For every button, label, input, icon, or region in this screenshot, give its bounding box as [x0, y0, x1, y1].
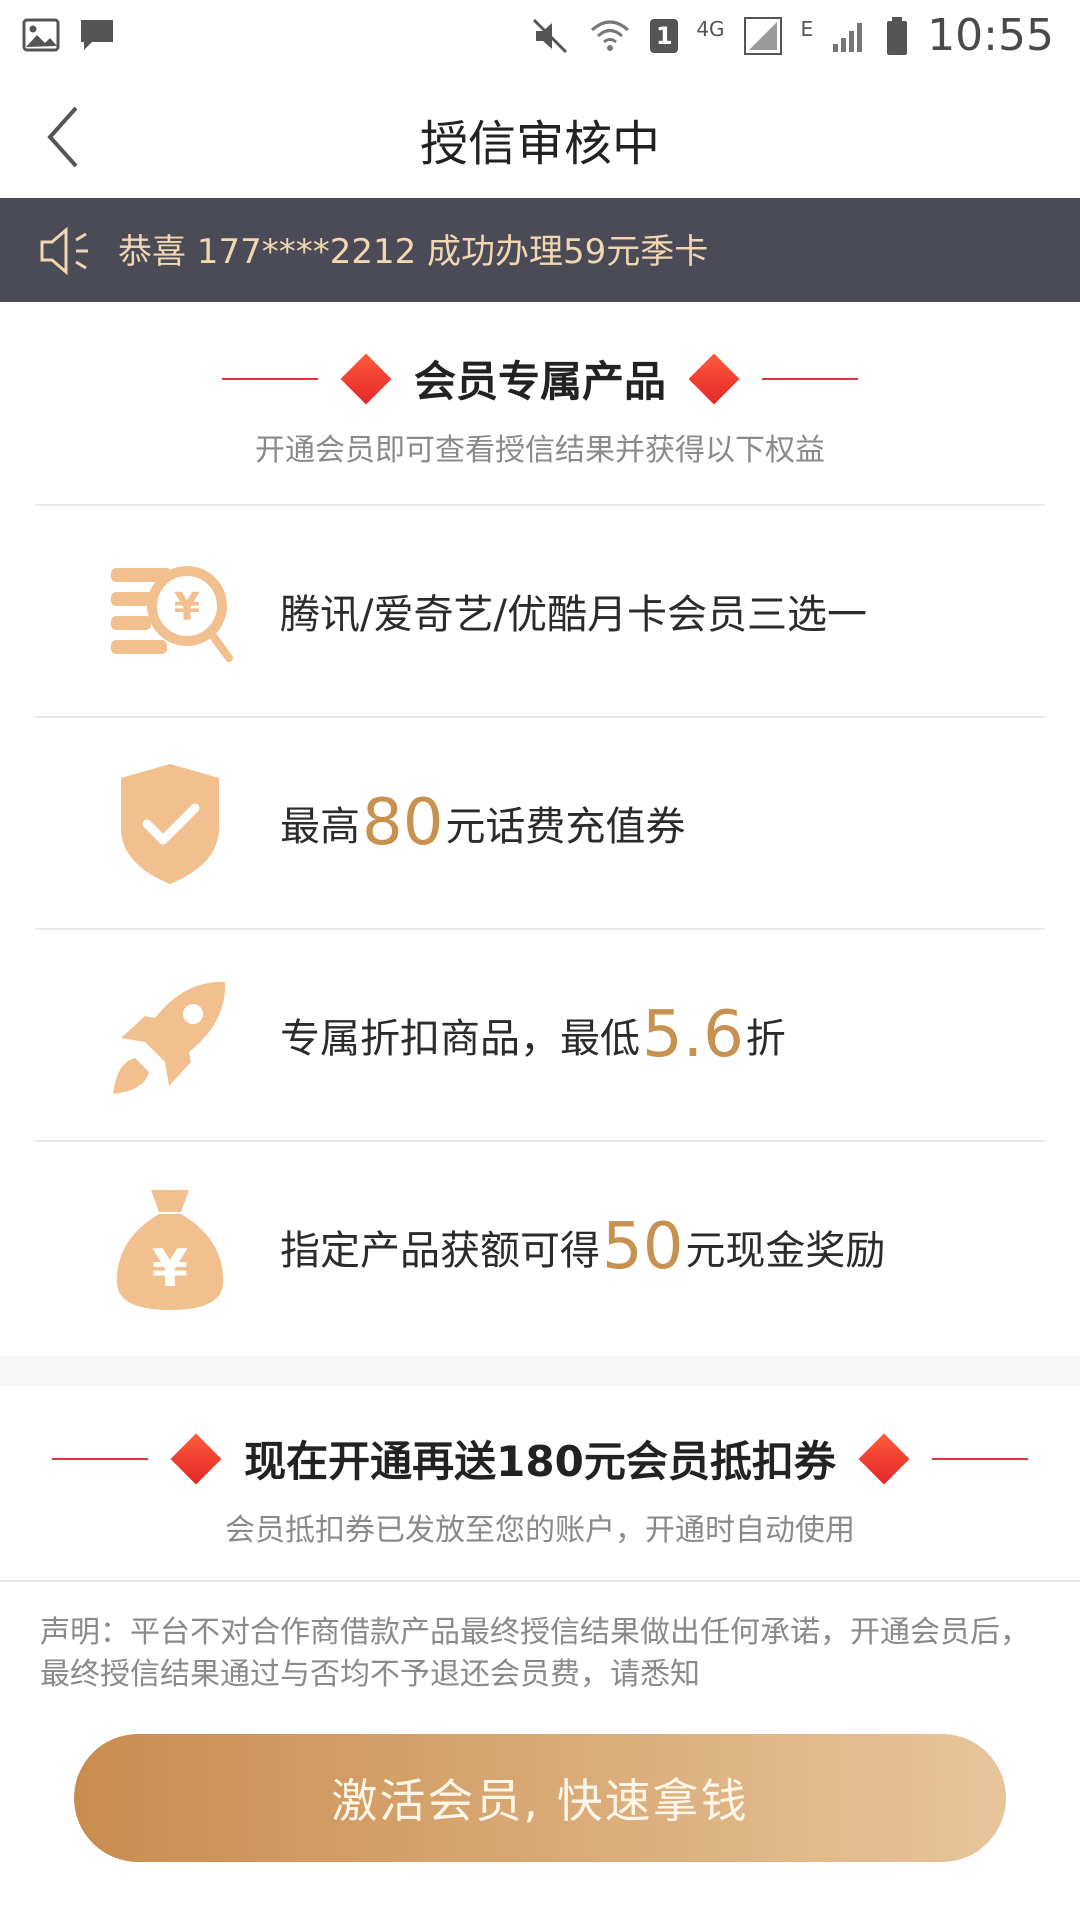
benefit-text: 腾讯/爱奇艺/优酷月卡会员三选一 [280, 506, 867, 716]
status-left [22, 16, 116, 54]
benefit-highlight: 5.6 [642, 998, 744, 1072]
coupon-section-subtitle: 会员抵扣券已发放至您的账户，开通时自动使用 [225, 1513, 855, 1548]
benefit-suffix: 折 [745, 1016, 786, 1062]
benefit-item: 最高 80 元话费充值券 [35, 716, 1045, 928]
benefit-label: 腾讯/爱奇艺/优酷月卡会员三选一 [280, 592, 867, 638]
member-section-subtitle: 开通会员即可查看授信结果并获得以下权益 [255, 433, 825, 468]
shield-check-icon [121, 764, 219, 884]
network-label-e: E [800, 16, 814, 41]
status-right: 1 4G E 10:55 [530, 10, 1054, 61]
battery-icon [887, 16, 908, 55]
svg-text:¥: ¥ [152, 1239, 188, 1299]
diamond-icon [858, 1433, 910, 1484]
rocket-icon [113, 981, 226, 1094]
mute-icon [533, 18, 568, 53]
image-icon [22, 18, 60, 52]
speaker-icon [40, 226, 88, 276]
wifi-icon [591, 20, 630, 51]
disclaimer-text: 声明：平台不对合作商借款产品最终授信结果做出任何承诺，开通会员后，最终授信结果通… [40, 1615, 1030, 1692]
network-label-4g: 4G [696, 16, 725, 41]
page-title: 授信审核中 [419, 116, 660, 172]
money-bag-icon: ¥ [116, 1190, 224, 1310]
coin-search-icon: ¥ [111, 566, 233, 662]
4g-signal-icon [743, 16, 782, 55]
benefit-suffix: 元话费充值券 [445, 804, 686, 850]
member-section-title: 会员专属产品 [413, 357, 666, 406]
benefit-text: 指定产品获额可得 50 元现金奖励 [280, 1142, 885, 1352]
benefit-prefix: 指定产品获额可得 [280, 1228, 600, 1274]
title-left-line [52, 1457, 149, 1460]
title-left-line [221, 377, 318, 380]
benefit-highlight: 50 [602, 1210, 684, 1284]
divider [0, 1580, 1080, 1582]
benefit-suffix: 元现金奖励 [685, 1228, 886, 1274]
benefit-prefix: 专属折扣商品，最低 [280, 1016, 640, 1062]
benefit-item: ¥ 指定产品获额可得 50 元现金奖励 [35, 1140, 1045, 1352]
benefit-prefix: 最高 [280, 804, 360, 850]
benefit-highlight: 80 [362, 786, 444, 860]
status-time: 10:55 [927, 10, 1054, 61]
benefit-text: 最高 80 元话费充值券 [280, 718, 685, 928]
svg-text:¥: ¥ [174, 585, 200, 629]
benefit-text: 专属折扣商品，最低 5.6 折 [280, 930, 786, 1140]
notice-text: 恭喜 177****2212 成功办理59元季卡 [118, 232, 709, 272]
notice-bar: 恭喜 177****2212 成功办理59元季卡 [0, 198, 1080, 302]
benefit-item: ¥ 腾讯/爱奇艺/优酷月卡会员三选一 [35, 504, 1045, 716]
sim1-icon: 1 [650, 18, 679, 53]
activate-member-label: 激活会员, 快速拿钱 [331, 1774, 749, 1828]
coupon-section-title: 现在开通再送180元会员抵扣券 [244, 1437, 836, 1486]
diamond-icon [170, 1433, 222, 1484]
title-right-line [762, 377, 858, 380]
benefit-item: 专属折扣商品，最低 5.6 折 [35, 928, 1045, 1140]
benefit-list: ¥ 腾讯/爱奇艺/优酷月卡会员三选一 最高 80 元话费充值券 专属折扣商品，最低 5… [35, 504, 1045, 1352]
diamond-icon [688, 353, 740, 404]
coupon-section-header: 现在开通再送180元会员抵扣券 会员抵扣券已发放至您的账户，开通时自动使用 [0, 1428, 1080, 1549]
diamond-icon [340, 353, 392, 404]
section-gap [0, 1356, 1080, 1386]
chat-icon [81, 20, 113, 50]
activate-member-button[interactable]: 激活会员, 快速拿钱 [74, 1734, 1006, 1862]
e-signal-icon [833, 22, 863, 52]
title-right-line [931, 1457, 1028, 1460]
nav-bar: 授信审核中 [0, 74, 1080, 198]
status-bar: 1 4G E 10:55 [0, 0, 1080, 74]
member-section-header: 会员专属产品 开通会员即可查看授信结果并获得以下权益 [0, 348, 1080, 469]
